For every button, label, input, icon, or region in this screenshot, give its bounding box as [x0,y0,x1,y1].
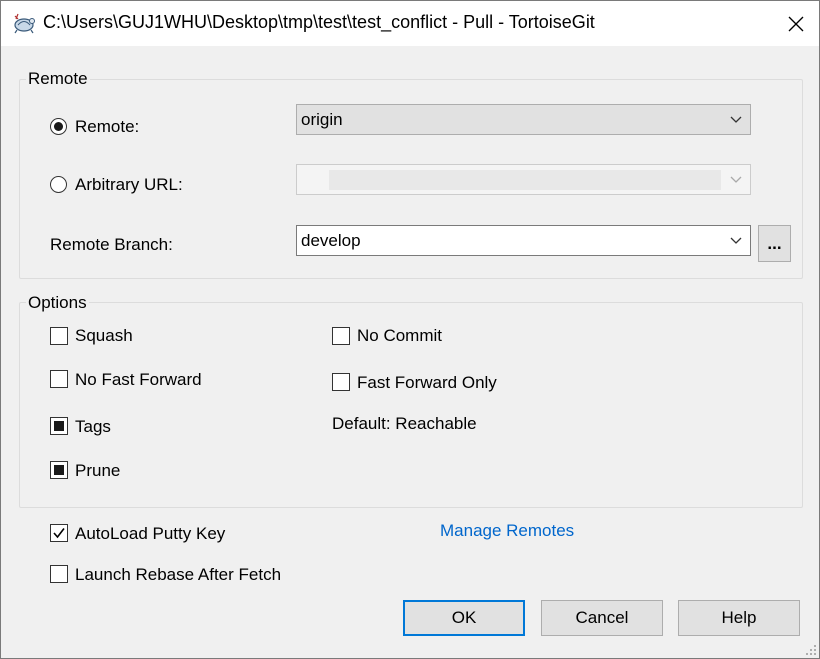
launch-rebase-checkbox[interactable] [50,565,68,583]
chevron-down-icon [730,237,742,244]
remote-radio[interactable] [50,118,67,135]
no-fast-forward-label: No Fast Forward [75,370,202,389]
prune-checkbox[interactable] [50,461,68,479]
chevron-down-icon [730,116,742,123]
remote-branch-combo[interactable]: develop [296,225,751,256]
prune-label: Prune [75,461,121,480]
checkmark-icon [53,528,65,539]
title-bar: C:\Users\GUJ1WHU\Desktop\tmp\test\test_c… [1,1,819,46]
cancel-button[interactable]: Cancel [541,600,663,636]
remote-branch-label: Remote Branch: [50,235,173,254]
autoload-putty-checkbox[interactable] [50,524,68,542]
close-button[interactable] [773,1,819,46]
tags-checkbox[interactable] [50,417,68,435]
squash-checkbox[interactable] [50,327,68,345]
launch-rebase-label: Launch Rebase After Fetch [75,565,282,584]
options-group-label: Options [26,293,89,313]
tortoisegit-icon [14,13,35,34]
ok-button[interactable]: OK [403,600,525,636]
help-button[interactable]: Help [678,600,800,636]
fast-forward-only-checkbox[interactable] [332,373,350,391]
no-fast-forward-checkbox[interactable] [50,370,68,388]
default-reachable-text: Default: Reachable [332,414,477,433]
squash-label: Squash [75,326,133,345]
arbitrary-url-combo[interactable] [296,164,751,195]
no-commit-label: No Commit [357,326,443,345]
close-icon [788,16,804,31]
url-input-area [329,170,721,190]
browse-branch-button[interactable]: ... [758,225,791,262]
remote-combo[interactable]: origin [296,104,751,135]
arbitrary-url-label: Arbitrary URL: [75,175,183,194]
remote-combo-value: origin [301,109,343,129]
fast-forward-only-label: Fast Forward Only [357,373,497,392]
pull-dialog: C:\Users\GUJ1WHU\Desktop\tmp\test\test_c… [0,0,820,659]
arbitrary-url-radio[interactable] [50,176,67,193]
no-commit-checkbox[interactable] [332,327,350,345]
autoload-putty-label: AutoLoad Putty Key [75,524,226,543]
window-title: C:\Users\GUJ1WHU\Desktop\tmp\test\test_c… [43,12,595,32]
remote-branch-value: develop [301,230,361,250]
manage-remotes-link[interactable]: Manage Remotes [440,521,574,541]
chevron-down-icon [730,176,742,183]
remote-group-label: Remote [26,69,90,89]
resize-grip-icon[interactable] [803,642,817,656]
tags-label: Tags [75,417,111,436]
remote-radio-label: Remote: [75,117,140,136]
